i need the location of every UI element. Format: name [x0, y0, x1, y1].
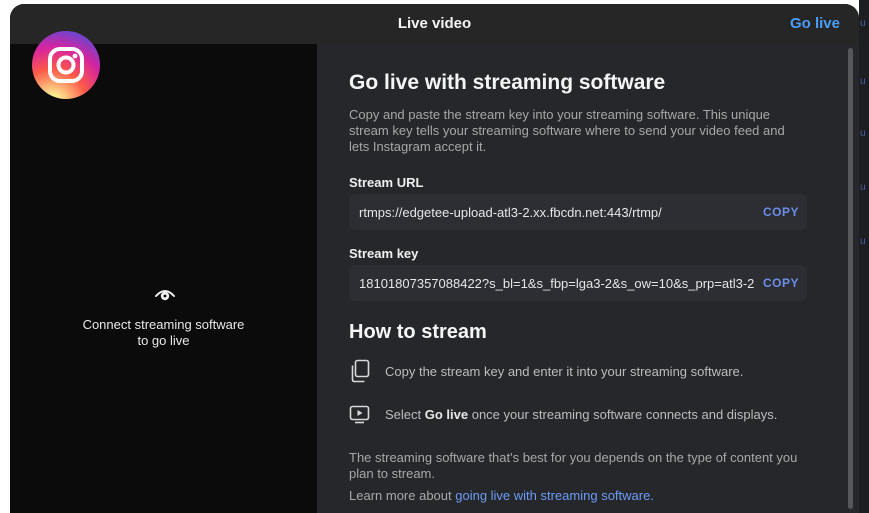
- stream-key-value[interactable]: 18101807357088422?s_bl=1&s_fbp=lga3-2&s_…: [359, 276, 757, 291]
- section-description: Copy and paste the stream key into your …: [349, 107, 785, 154]
- play-screen-icon: [349, 405, 370, 424]
- step-text-bold: Go live: [424, 407, 469, 422]
- instagram-logo: [32, 31, 100, 99]
- live-video-modal: Live video Go live Connect streaming sof…: [10, 4, 859, 513]
- how-to-stream-title: How to stream: [349, 321, 487, 343]
- background-text-fragment: u: [860, 18, 866, 29]
- preview-message-line: to go live: [137, 333, 190, 348]
- preview-message-line: Connect streaming software: [82, 317, 245, 332]
- step-text: Copy the stream key and enter it into yo…: [385, 364, 744, 379]
- learn-more-link[interactable]: going live with streaming software.: [455, 488, 654, 503]
- background-text-fragment: u: [860, 128, 866, 139]
- stream-url-value[interactable]: rtmps://edgetee-upload-atl3-2.xx.fbcdn.n…: [359, 205, 757, 220]
- background-text-fragment: u: [860, 236, 866, 247]
- scrollbar[interactable]: [848, 48, 853, 509]
- how-to-step-go-live: Select Go live once your streaming softw…: [349, 402, 819, 426]
- modal-title: Live video: [397, 15, 472, 32]
- software-note: The streaming software that's best for y…: [349, 450, 798, 481]
- instagram-glyph-icon: [48, 47, 84, 83]
- go-live-button[interactable]: Go live: [790, 15, 840, 32]
- stream-key-field: 18101807357088422?s_bl=1&s_fbp=lga3-2&s_…: [349, 265, 807, 301]
- section-title: Go live with streaming software: [349, 71, 666, 94]
- eye-icon: [155, 290, 175, 301]
- how-to-step-copy: Copy the stream key and enter it into yo…: [349, 359, 819, 383]
- step-text: Select Go live once your streaming softw…: [385, 407, 777, 422]
- modal-header: Live video Go live: [10, 4, 859, 45]
- stream-key-label: Stream key: [349, 246, 419, 261]
- learn-more-prefix: Learn more about: [349, 488, 456, 503]
- streaming-instructions-panel: Go live with streaming software Copy and…: [317, 44, 859, 513]
- step-text-suffix: once your streaming software connects an…: [468, 407, 778, 422]
- stream-url-label: Stream URL: [349, 175, 424, 190]
- preview-message: Connect streaming software to go live: [10, 317, 317, 349]
- background-page-edge: u u u u u: [859, 0, 869, 513]
- learn-more-text: Learn more about going live with streami…: [349, 488, 654, 503]
- background-text-fragment: u: [860, 76, 866, 87]
- stream-url-field: rtmps://edgetee-upload-atl3-2.xx.fbcdn.n…: [349, 194, 807, 230]
- copy-stream-url-button[interactable]: COPY: [763, 205, 799, 219]
- video-preview-panel: Connect streaming software to go live: [10, 44, 317, 513]
- step-text-prefix: Select: [385, 407, 425, 422]
- copy-stream-key-button[interactable]: COPY: [763, 276, 799, 290]
- copy-document-icon: [351, 359, 370, 383]
- background-text-fragment: u: [860, 182, 866, 193]
